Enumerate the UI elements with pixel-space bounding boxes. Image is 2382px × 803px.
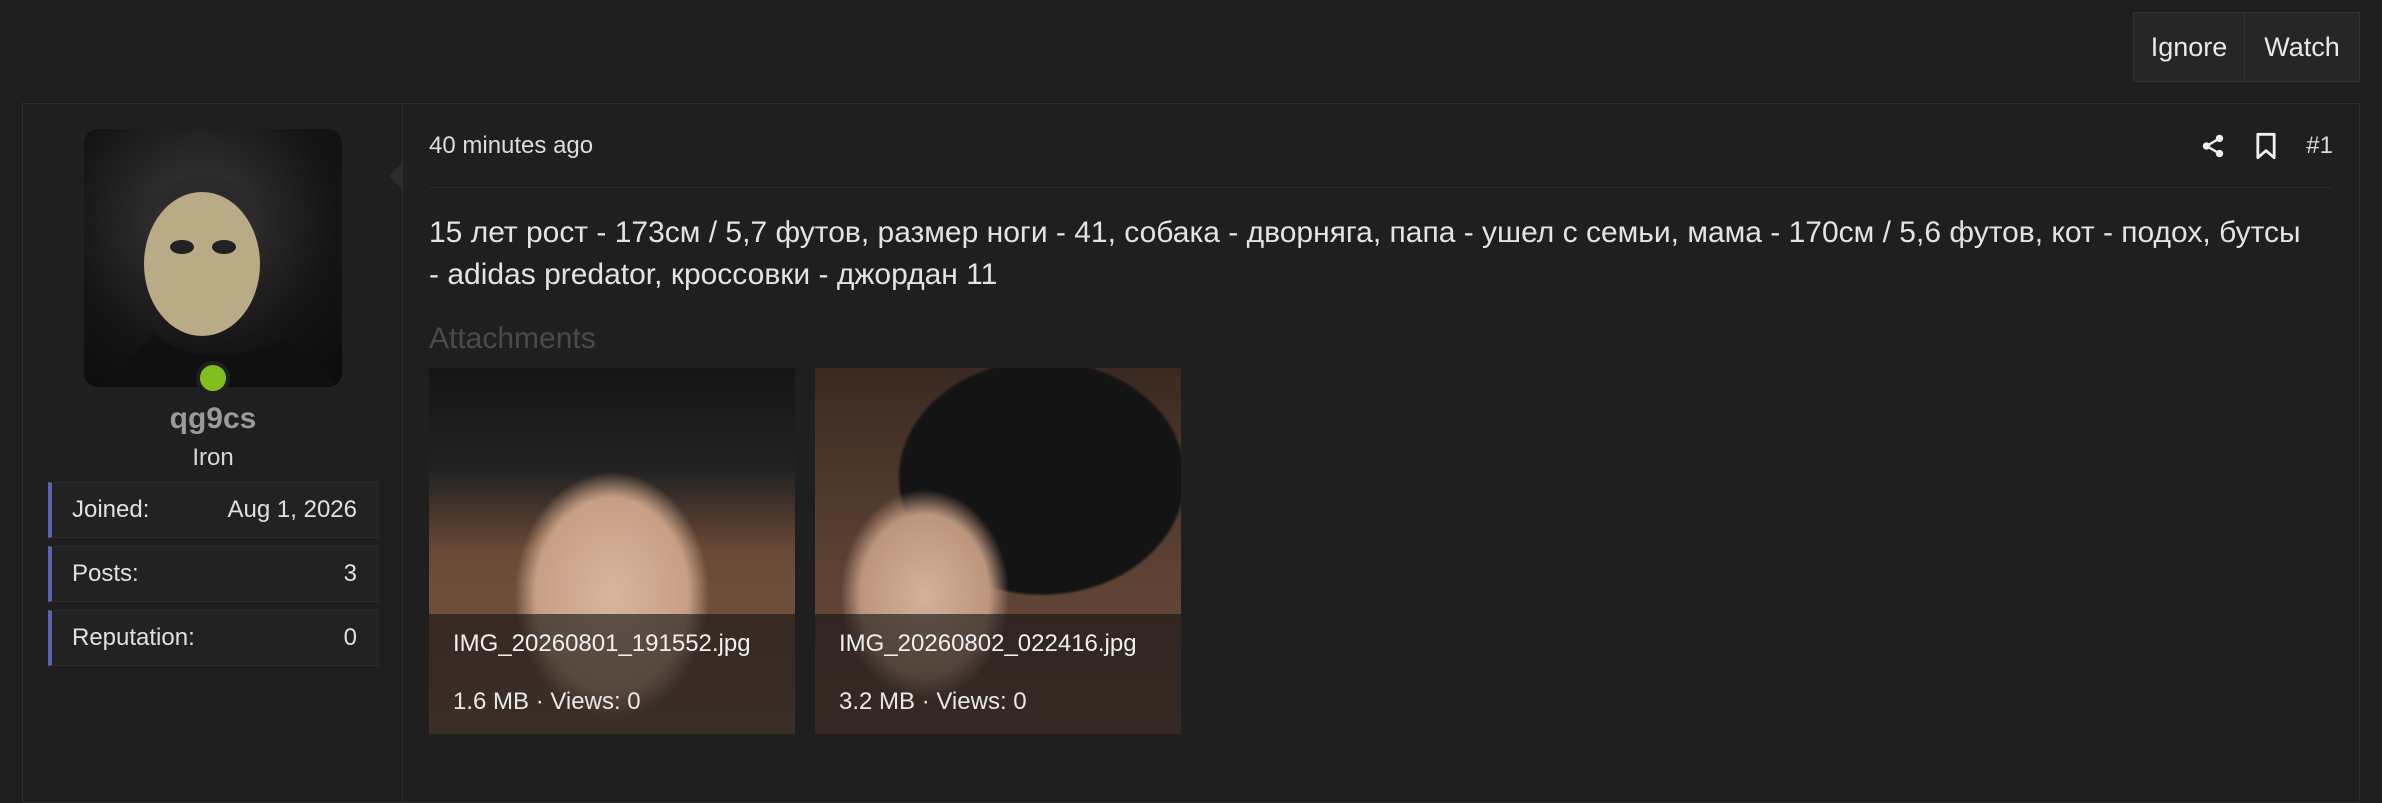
stat-joined: Joined: Aug 1, 2026 [48,482,378,538]
post-body: 15 лет рост - 173см / 5,7 футов, размер … [429,216,2301,291]
user-sidebar: qg9cs Iron Joined: Aug 1, 2026 Posts: 3 … [23,104,403,802]
attachments-heading: Attachments [429,322,596,355]
stat-value: 0 [343,624,357,651]
attachment-meta: 1.6 MB · Views: 0 [453,688,641,715]
stat-posts: Posts: 3 [48,546,378,602]
attachment-thumbnail[interactable]: IMG_20260802_022416.jpg 3.2 MB · Views: … [815,368,1181,734]
attachment-filename: IMG_20260801_191552.jpg [453,630,751,657]
online-status-indicator [196,361,230,395]
attachment-thumbnail[interactable]: IMG_20260801_191552.jpg 1.6 MB · Views: … [429,368,795,734]
post-content: 40 minutes ago #1 15 лет рост - 173см / … [389,104,2359,802]
post-timestamp[interactable]: 40 minutes ago [429,132,593,160]
bookmark-icon[interactable] [2254,132,2278,160]
thread-actions: Ignore Watch [2133,12,2360,82]
stat-value: Aug 1, 2026 [227,496,357,523]
post-header-actions: #1 [2200,132,2333,160]
message-arrow [389,162,403,190]
user-stats: Joined: Aug 1, 2026 Posts: 3 Reputation:… [48,482,378,674]
post-message: qg9cs Iron Joined: Aug 1, 2026 Posts: 3 … [22,103,2360,803]
attachment-meta: 3.2 MB · Views: 0 [839,688,1027,715]
username[interactable]: qg9cs [23,402,403,436]
stat-label: Joined: [72,496,150,523]
attachments-list: IMG_20260801_191552.jpg 1.6 MB · Views: … [429,368,2333,734]
stat-label: Reputation: [72,624,195,651]
avatar-image [104,174,342,387]
ignore-button[interactable]: Ignore [2133,12,2245,82]
watch-button[interactable]: Watch [2245,12,2360,82]
attachment-filename: IMG_20260802_022416.jpg [839,630,1137,657]
post-header: 40 minutes ago #1 [429,104,2333,188]
share-icon[interactable] [2200,133,2226,159]
stat-reputation: Reputation: 0 [48,610,378,666]
stat-value[interactable]: 3 [344,560,357,588]
avatar[interactable] [84,129,342,387]
post-number-link[interactable]: #1 [2306,132,2333,160]
stat-label: Posts: [72,560,139,587]
user-title: Iron [192,444,234,471]
